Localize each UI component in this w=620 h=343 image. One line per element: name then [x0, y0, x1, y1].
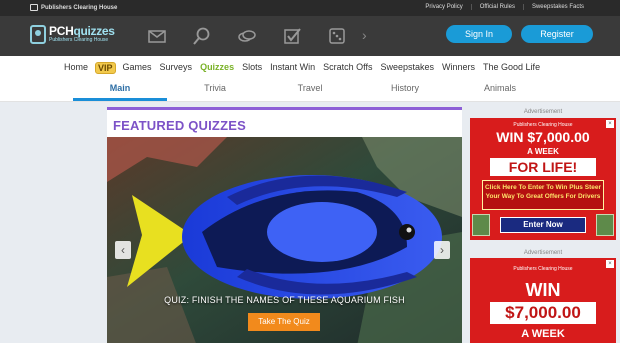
- pch-brand[interactable]: Publishers Clearing House: [30, 4, 117, 11]
- tab-trivia[interactable]: Trivia: [170, 83, 260, 93]
- utility-bar: Publishers Clearing House Privacy Policy…: [0, 0, 620, 16]
- ad-headline: WIN $7,000.00: [496, 129, 590, 145]
- tab-main[interactable]: Main: [75, 83, 165, 93]
- checkmark-icon[interactable]: [269, 24, 314, 48]
- logo-pch-text: PCH: [49, 24, 74, 38]
- official-rules-link[interactable]: Official Rules: [470, 4, 523, 10]
- advertisement-banner-2[interactable]: × Publishers Clearing House WIN $7,000.0…: [470, 258, 616, 343]
- tab-history[interactable]: History: [360, 83, 450, 93]
- ad-brand: Publishers Clearing House: [513, 266, 573, 272]
- logo-tagline: Publishers Clearing House: [49, 37, 109, 43]
- tab-animals[interactable]: Animals: [455, 83, 545, 93]
- ad-enter-now-button[interactable]: Enter Now: [500, 217, 586, 233]
- ad-brand: Publishers Clearing House: [513, 122, 573, 128]
- active-tab-indicator: [73, 98, 167, 101]
- nav-games[interactable]: Games: [119, 62, 156, 74]
- sign-in-button[interactable]: Sign In: [446, 25, 512, 43]
- ad-amount: $7,000.00: [490, 302, 596, 324]
- nav-winners[interactable]: Winners: [438, 62, 479, 74]
- more-icons-chevron-icon[interactable]: ›: [362, 27, 367, 43]
- featured-quiz-slide[interactable]: ‹ › QUIZ: FINISH THE NAMES OF THESE AQUA…: [107, 137, 462, 343]
- ad-subline: A WEEK: [521, 328, 565, 340]
- logo-quizzes-text: quizzes: [73, 24, 115, 38]
- site-header: PCHquizzes Publishers Clearing House › S…: [0, 16, 620, 56]
- quiz-caption[interactable]: QUIZ: FINISH THE NAMES OF THESE AQUARIUM…: [107, 295, 462, 305]
- nav-home[interactable]: Home: [60, 62, 92, 74]
- site-icon-strip: [134, 24, 359, 48]
- pch-house-icon: [30, 4, 38, 11]
- pchquizzes-logo[interactable]: PCHquizzes Publishers Clearing House: [30, 25, 115, 44]
- ad-offer-text: Click Here To Enter To Win Plus Steer Yo…: [482, 180, 604, 210]
- nav-quizzes[interactable]: Quizzes: [196, 62, 238, 74]
- nav-surveys[interactable]: Surveys: [156, 62, 197, 74]
- logo-mark-icon: [30, 25, 46, 44]
- take-the-quiz-button[interactable]: Take The Quiz: [248, 313, 320, 331]
- sweepstakes-facts-link[interactable]: Sweepstakes Facts: [522, 4, 592, 10]
- main-nav: Home VIP Games Surveys Quizzes Slots Ins…: [0, 56, 620, 80]
- dice-icon[interactable]: [314, 24, 359, 48]
- cash-icon[interactable]: [224, 24, 269, 48]
- nav-instant-win[interactable]: Instant Win: [266, 62, 319, 74]
- featured-quizzes-title: FEATURED QUIZZES: [113, 118, 246, 133]
- ad-subline: A WEEK: [527, 147, 559, 156]
- featured-quizzes-card: FEATURED QUIZZES ‹ › QUIZ: FINISH THE NA…: [107, 107, 462, 343]
- money-stack-icon: [472, 214, 490, 236]
- nav-vip[interactable]: VIP: [95, 62, 116, 74]
- quiz-category-tabs: Main Trivia Travel History Animals: [0, 80, 620, 102]
- utility-links: Privacy Policy Official Rules Sweepstake…: [417, 4, 592, 10]
- ad-label-2: Advertisement: [523, 250, 563, 256]
- money-stack-icon: [596, 214, 614, 236]
- chevron-right-icon[interactable]: ›: [434, 241, 450, 259]
- chevron-left-icon[interactable]: ‹: [115, 241, 131, 259]
- ad-headline: WIN: [525, 280, 561, 300]
- pch-brand-label: Publishers Clearing House: [41, 4, 118, 11]
- ad-for-life: FOR LIFE!: [490, 158, 596, 176]
- envelope-icon[interactable]: [134, 24, 179, 48]
- magnifier-icon[interactable]: [179, 24, 224, 48]
- nav-the-good-life[interactable]: The Good Life: [479, 62, 544, 74]
- nav-scratch-offs[interactable]: Scratch Offs: [319, 62, 376, 74]
- nav-sweepstakes[interactable]: Sweepstakes: [376, 62, 438, 74]
- nav-slots[interactable]: Slots: [238, 62, 266, 74]
- advertisement-banner-1[interactable]: × Publishers Clearing House WIN $7,000.0…: [470, 118, 616, 240]
- register-button[interactable]: Register: [521, 25, 593, 43]
- tab-travel[interactable]: Travel: [265, 83, 355, 93]
- ad-label-1: Advertisement: [523, 109, 563, 115]
- privacy-policy-link[interactable]: Privacy Policy: [417, 4, 470, 10]
